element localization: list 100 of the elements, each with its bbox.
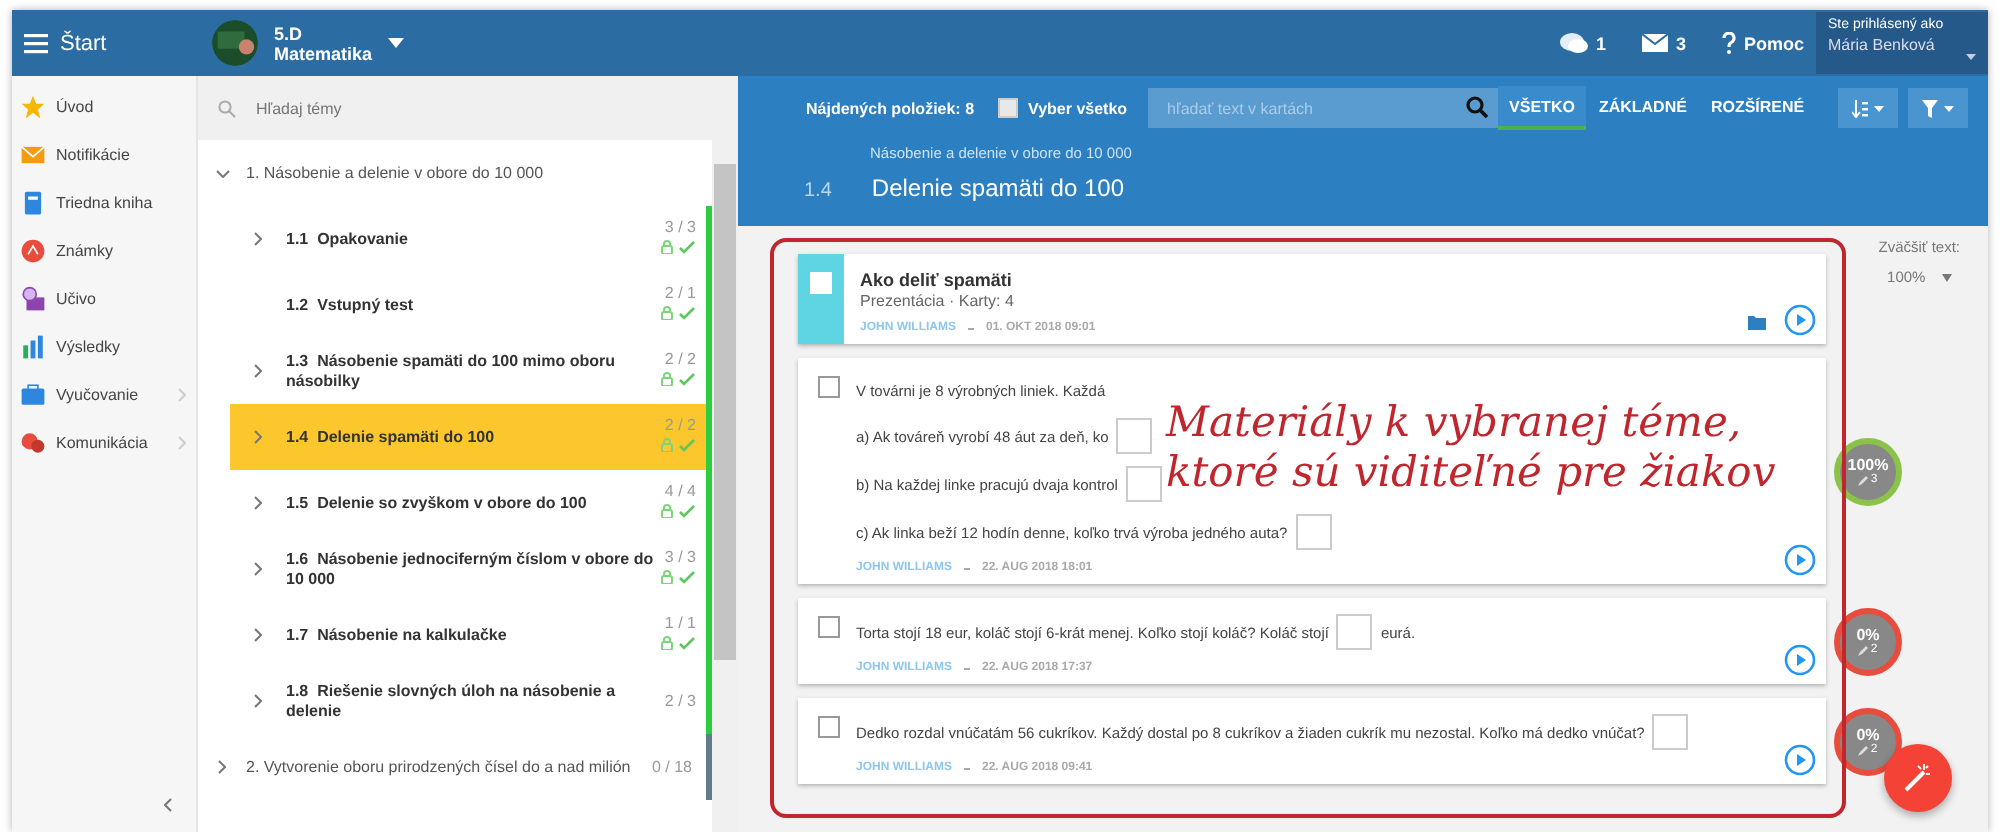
- card-checkbox[interactable]: [818, 376, 840, 398]
- subtopic-count: 3 / 3: [664, 548, 696, 566]
- chevron-icon[interactable]: [218, 760, 226, 774]
- play-button[interactable]: [1784, 304, 1816, 336]
- subtopic-row[interactable]: 1.4 Delenie spamäti do 100 2 / 2: [230, 404, 712, 470]
- start-label[interactable]: Štart: [60, 31, 107, 55]
- lock-check-icon: [660, 372, 696, 386]
- play-button[interactable]: [1784, 544, 1816, 576]
- filter-tab[interactable]: ROZŠÍRENÉ: [1698, 86, 1817, 130]
- envelope-icon[interactable]: [20, 141, 46, 167]
- card-checkbox[interactable]: [818, 716, 840, 738]
- folder-icon[interactable]: [1748, 314, 1766, 330]
- grade-icon[interactable]: [20, 237, 46, 263]
- sidebar-item[interactable]: Známky: [56, 241, 113, 259]
- subtopic-row[interactable]: 1.5 Delenie so zvyškom v obore do 100 4 / 4: [230, 470, 712, 536]
- subtopic-count: 2 / 1: [664, 284, 696, 302]
- subtopic-title: 1.3 Násobenie spamäti do 100 mimo oboru násobilky: [286, 351, 617, 391]
- subject-name[interactable]: Matematika: [274, 43, 373, 63]
- sort-button[interactable]: [1838, 88, 1898, 128]
- pencil-icon: [1858, 645, 1869, 655]
- star-icon[interactable]: [20, 93, 46, 119]
- chevron-icon[interactable]: [254, 364, 262, 378]
- chevron-down-icon[interactable]: [215, 169, 229, 177]
- subtopic-title: 1.4 Delenie spamäti do 100: [286, 427, 497, 447]
- subtopic-title: 1.1 Opakovanie: [286, 229, 410, 249]
- lock-check-icon: [660, 570, 696, 584]
- help-link[interactable]: Pomoc: [1743, 33, 1804, 53]
- subtopic-row[interactable]: 1.2 Vstupný test 2 / 1: [230, 272, 712, 338]
- chat-icon[interactable]: [1559, 32, 1588, 54]
- caret-icon[interactable]: [388, 38, 405, 48]
- topic-number: 1.4: [804, 180, 832, 202]
- chevron-icon[interactable]: [254, 628, 262, 642]
- subtopic-row[interactable]: 1.7 Násobenie na kalkulačke 1 / 1: [230, 602, 712, 668]
- topic-title[interactable]: 2. Vytvorenie oboru prirodzených čísel do a nad milión: [246, 758, 631, 776]
- sidebar-item[interactable]: Komunikácia: [56, 433, 148, 451]
- subtopic-row[interactable]: 1.3 Násobenie spamäti do 100 mimo oboru násobilky 2 / 2: [230, 338, 712, 404]
- collapse-icon[interactable]: [164, 798, 172, 812]
- chat-icon[interactable]: [20, 429, 46, 455]
- class-name[interactable]: 5.D: [274, 23, 373, 43]
- search-icon[interactable]: [1465, 96, 1488, 118]
- chevron-icon[interactable]: [254, 430, 262, 444]
- topic-search-field[interactable]: Hľadaj témy: [252, 97, 560, 119]
- filter-button[interactable]: [1908, 88, 1968, 128]
- subtopic-title: 1.7 Násobenie na kalkulačke: [286, 625, 509, 645]
- topic-title[interactable]: 1. Násobenie a delenie v obore do 10 000: [246, 164, 544, 182]
- lock-check-icon: [660, 636, 696, 650]
- class-avatar[interactable]: [212, 20, 258, 66]
- subtopic-title: 1.2 Vstupný test: [286, 295, 416, 315]
- sidebar-item[interactable]: Učivo: [56, 289, 97, 307]
- filter-tab[interactable]: VŠETKO: [1497, 86, 1587, 130]
- annotation-text: ktoré sú viditeľné pre žiakov: [1166, 448, 1776, 498]
- lock-check-icon: [660, 438, 696, 452]
- scrollbar-thumb[interactable]: [714, 164, 736, 660]
- card-checkbox[interactable]: [818, 616, 840, 638]
- sidebar-item[interactable]: Úvod: [56, 97, 94, 115]
- subtopic-row[interactable]: 1.8 Riešenie slovných úloh na násobenie a delenie 2 / 3: [230, 668, 712, 734]
- caret-icon: [1966, 54, 1976, 60]
- subtopic-title: 1.8 Riešenie slovných úloh na násobenie a delenie: [286, 681, 618, 721]
- chevron-icon[interactable]: [254, 232, 262, 246]
- sidebar-item[interactable]: Triedna kniha: [56, 193, 153, 211]
- lock-check-icon: [660, 306, 696, 320]
- subtopic-count: 2 / 3: [664, 692, 696, 710]
- score-percent: 0%: [1856, 726, 1880, 744]
- chevron-icon[interactable]: [254, 562, 262, 576]
- lock-check-icon: [660, 504, 696, 518]
- chat-count: 1: [1595, 33, 1606, 53]
- briefcase-icon[interactable]: [20, 381, 46, 407]
- select-all-checkbox[interactable]: Vyber všetko: [998, 98, 1128, 118]
- play-button[interactable]: [1784, 644, 1816, 676]
- clock-icon[interactable]: [20, 285, 46, 311]
- book-icon[interactable]: [20, 189, 46, 215]
- subtopic-count: 2 / 2: [664, 350, 696, 368]
- sidebar-item[interactable]: Vyučovanie: [56, 385, 139, 403]
- mail-icon[interactable]: [1641, 34, 1668, 52]
- sidebar-item[interactable]: Výsledky: [56, 337, 121, 355]
- subtopic-title: 1.5 Delenie so zvyškom v obore do 100: [286, 493, 589, 513]
- caret-icon: [1941, 273, 1952, 281]
- score-percent: 0%: [1856, 626, 1880, 644]
- subtopic-row[interactable]: 1.1 Opakovanie 3 / 3: [230, 206, 712, 272]
- subtopic-title: 1.6 Násobenie jednociferným číslom v obore do 10 000: [286, 549, 656, 589]
- mail-count: 3: [1675, 33, 1686, 53]
- help-icon[interactable]: [1721, 32, 1736, 54]
- menu-icon[interactable]: [24, 33, 48, 53]
- lock-check-icon: [660, 240, 696, 254]
- play-button[interactable]: [1784, 744, 1816, 776]
- chevron-icon[interactable]: [254, 694, 262, 708]
- subtopic-row[interactable]: 1.6 Násobenie jednociferným číslom v obore do 10 000 3 / 3: [230, 536, 712, 602]
- chevron-icon[interactable]: [254, 496, 262, 510]
- topic-heading: Delenie spamäti do 100: [871, 174, 1124, 202]
- filter-icon: [1922, 99, 1954, 117]
- topic-count: 0 / 18: [651, 758, 692, 776]
- score-percent: 100%: [1847, 456, 1889, 474]
- bar-chart-icon[interactable]: [20, 333, 46, 359]
- subtopic-count: 2 / 2: [664, 416, 696, 434]
- magic-wand-button[interactable]: [1884, 744, 1952, 812]
- card-search-field[interactable]: hľadať text v kartách: [1147, 88, 1498, 128]
- sidebar-item[interactable]: Notifikácie: [56, 145, 130, 163]
- filter-tab[interactable]: ZÁKLADNÉ: [1586, 86, 1699, 130]
- pencil-icon: [1858, 475, 1869, 485]
- card-subtitle: Prezentácia · Karty: 4: [860, 292, 1016, 310]
